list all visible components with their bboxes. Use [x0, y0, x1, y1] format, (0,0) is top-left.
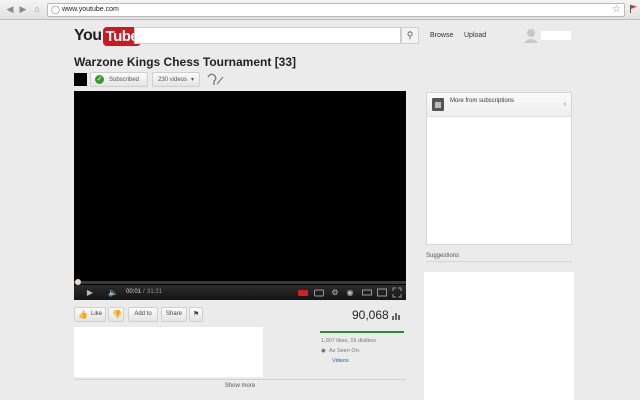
forward-icon[interactable]: ▶: [17, 3, 29, 15]
player-controls: ▶ 🔈 00:01 / 31:21 ⚙ ◉: [74, 285, 406, 300]
suggestions-title: Suggestions: [426, 253, 460, 259]
report-button[interactable]: ⚑: [189, 307, 203, 322]
like-label: Like: [91, 311, 103, 317]
globe-icon: ◯: [51, 5, 60, 14]
flag-icon: ⚑: [193, 311, 200, 318]
suggestions-list: [424, 272, 574, 400]
logo-you: You: [74, 27, 102, 44]
upload-link[interactable]: Upload: [464, 32, 486, 39]
likes-ratio-bar: [320, 331, 404, 333]
username-field[interactable]: [541, 31, 571, 40]
likes-dislikes-text: 1,007 likes, 15 dislikes: [321, 338, 377, 344]
large-player-icon[interactable]: [377, 285, 387, 300]
scribble-icon[interactable]: [205, 72, 225, 88]
videos-count-label: 230 videos: [158, 77, 188, 83]
thumbs-up-icon: 👍: [78, 310, 88, 319]
videos-link[interactable]: Videos: [332, 358, 349, 364]
address-bar[interactable]: ◯ www.youtube.com ☆: [47, 3, 625, 17]
settings-gear-icon[interactable]: ⚙: [330, 285, 340, 300]
subscribed-button[interactable]: ✓ Subscribed: [90, 72, 148, 87]
youtube-badge-icon[interactable]: [298, 285, 308, 300]
avatar[interactable]: [524, 28, 538, 43]
back-icon[interactable]: ◀: [4, 3, 16, 15]
video-player[interactable]: [74, 91, 406, 299]
search-icon: ⚲: [406, 30, 414, 40]
search-input[interactable]: [134, 27, 401, 44]
search-button[interactable]: ⚲: [401, 27, 419, 44]
stats-chart-icon[interactable]: [392, 311, 402, 320]
thumbs-down-icon: 👎: [112, 310, 122, 319]
subscribed-label: Subscribed: [109, 77, 140, 83]
annotations-icon[interactable]: ◉: [345, 285, 355, 300]
add-to-label: Add to: [134, 311, 152, 317]
video-title: Warzone Kings Chess Tournament [33]: [74, 55, 297, 69]
chevron-right-icon: ›: [563, 101, 566, 108]
time-separator: /: [143, 289, 145, 295]
check-icon: ✓: [95, 75, 104, 84]
bookmark-star-icon[interactable]: ☆: [612, 4, 621, 16]
volume-icon[interactable]: 🔈: [106, 285, 120, 300]
like-button[interactable]: 👍 Like: [74, 307, 106, 322]
description-box: [74, 327, 263, 377]
add-to-button[interactable]: Add to: [128, 307, 158, 322]
dislike-button[interactable]: 👎: [108, 307, 124, 322]
current-time: 00:01: [126, 289, 142, 295]
play-icon[interactable]: ▶: [84, 285, 96, 300]
subscriptions-panel: More from subscriptions ›: [426, 92, 572, 245]
channel-videos-button[interactable]: 230 videos ▾: [152, 72, 200, 87]
view-count: 90,068: [352, 308, 389, 322]
channel-thumbnail[interactable]: [74, 73, 87, 86]
youtube-logo[interactable]: You Tube: [74, 26, 142, 46]
share-label: Share: [165, 311, 182, 317]
browse-link[interactable]: Browse: [430, 32, 453, 39]
eye-icon: ◉: [321, 348, 326, 354]
browser-toolbar: ◀ ▶ ⌂ ◯ www.youtube.com ☆: [0, 0, 640, 20]
subscriptions-header[interactable]: More from subscriptions ›: [427, 93, 571, 117]
caret-down-icon: ▾: [190, 77, 194, 83]
seen-on-row: ◉ As Seen On:: [321, 348, 360, 354]
progress-track[interactable]: [74, 281, 406, 284]
show-more-button[interactable]: Show more: [74, 383, 406, 389]
home-icon[interactable]: ⌂: [31, 3, 43, 15]
subscriptions-title: More from subscriptions: [450, 98, 515, 104]
fullscreen-icon[interactable]: [392, 285, 402, 300]
captions-icon[interactable]: [314, 285, 324, 300]
extension-flag-icon[interactable]: [630, 5, 637, 13]
small-player-icon[interactable]: [362, 285, 372, 300]
duration: 31:21: [147, 289, 163, 295]
suggestions-divider: [426, 261, 572, 262]
subscriptions-icon: [432, 98, 444, 111]
description-divider: [74, 379, 406, 380]
seen-on-label: As Seen On:: [329, 348, 361, 354]
address-url: www.youtube.com: [62, 6, 119, 13]
share-button[interactable]: Share: [161, 307, 187, 322]
